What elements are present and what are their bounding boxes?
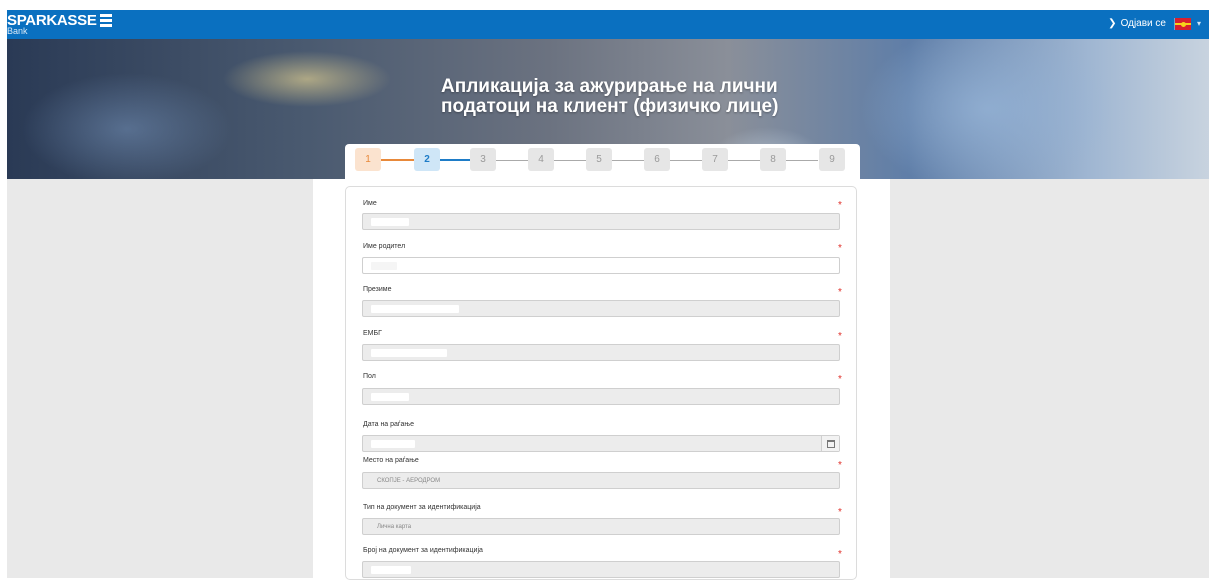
birth-date-label: Дата на раѓање xyxy=(363,421,414,428)
embg-label: ЕМБГ xyxy=(363,330,382,337)
required-asterisk: * xyxy=(838,460,842,471)
id-type-field[interactable]: Лична карта xyxy=(362,518,840,535)
step-6[interactable]: 6 xyxy=(644,148,670,171)
step-2[interactable]: 2 xyxy=(414,148,440,171)
required-asterisk: * xyxy=(838,243,842,254)
birth-place-label: Место на раѓање xyxy=(363,457,419,464)
required-asterisk: * xyxy=(838,287,842,298)
step-3[interactable]: 3 xyxy=(470,148,496,171)
redacted-value xyxy=(371,305,459,313)
step-connector xyxy=(612,160,644,161)
left-background xyxy=(7,179,313,578)
required-asterisk: * xyxy=(838,507,842,518)
id-type-label: Тип на документ за идентификација xyxy=(363,504,481,511)
calendar-icon[interactable] xyxy=(821,436,839,451)
logout-link[interactable]: Одјави се xyxy=(1121,17,1166,31)
step-connector xyxy=(728,160,760,161)
step-4[interactable]: 4 xyxy=(528,148,554,171)
step-connector xyxy=(440,159,470,161)
gender-field[interactable] xyxy=(362,388,840,405)
gender-label: Пол xyxy=(363,373,376,380)
redacted-value xyxy=(371,393,409,401)
first-name-field[interactable] xyxy=(362,213,840,230)
sparkasse-s-icon xyxy=(99,13,112,27)
step-connector xyxy=(381,159,414,161)
step-1[interactable]: 1 xyxy=(355,148,381,171)
right-background xyxy=(890,179,1209,578)
required-asterisk: * xyxy=(838,549,842,560)
first-name-label: Име xyxy=(363,200,377,207)
surname-field[interactable] xyxy=(362,300,840,317)
caret-down-icon[interactable]: ▾ xyxy=(1197,17,1201,31)
surname-label: Презиме xyxy=(363,286,392,293)
redacted-value xyxy=(371,566,411,574)
parent-name-field[interactable] xyxy=(362,257,840,274)
required-asterisk: * xyxy=(838,331,842,342)
brand-sub: Bank xyxy=(7,26,28,36)
top-navbar: SPARKASSE Bank ❯ Одјави се ▾ xyxy=(7,10,1209,39)
page-title: Апликација за ажурирање на лични податоц… xyxy=(441,76,779,117)
step-9[interactable]: 9 xyxy=(819,148,845,171)
step-connector xyxy=(786,160,818,161)
birth-date-field[interactable] xyxy=(362,435,840,452)
step-connector xyxy=(670,160,702,161)
wizard-stepper: 1 2 3 4 5 6 7 8 9 xyxy=(345,144,860,180)
redacted-value xyxy=(371,440,415,448)
required-asterisk: * xyxy=(838,374,842,385)
embg-field[interactable] xyxy=(362,344,840,361)
language-flag-icon[interactable] xyxy=(1173,18,1191,30)
redacted-value xyxy=(371,349,447,357)
id-number-field[interactable] xyxy=(362,561,840,578)
step-connector xyxy=(554,160,586,161)
redacted-value xyxy=(371,262,397,270)
birth-place-field[interactable]: СКОПЈЕ - АЕРОДРОМ xyxy=(362,472,840,489)
redacted-value xyxy=(371,218,409,226)
step-7[interactable]: 7 xyxy=(702,148,728,171)
chevron-right-icon: ❯ xyxy=(1108,18,1117,29)
step-5[interactable]: 5 xyxy=(586,148,612,171)
step-connector xyxy=(496,160,528,161)
id-number-label: Број на документ за идентификација xyxy=(363,547,483,554)
parent-name-label: Име родител xyxy=(363,243,406,250)
required-asterisk: * xyxy=(838,200,842,211)
step-8[interactable]: 8 xyxy=(760,148,786,171)
